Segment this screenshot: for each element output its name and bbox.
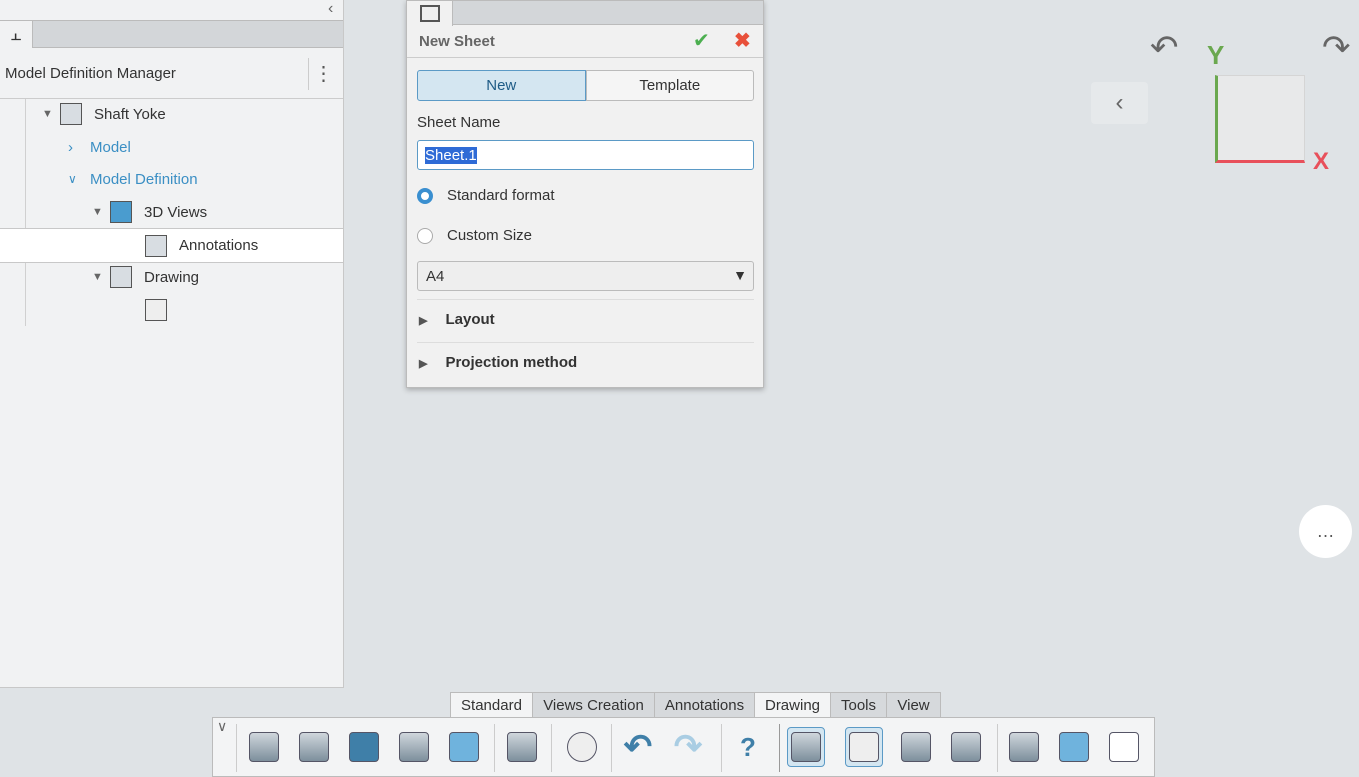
save-as-button[interactable] xyxy=(295,727,333,767)
tree-item-sheet[interactable] xyxy=(0,294,343,326)
new-sheet-icon xyxy=(849,732,879,762)
help-icon: ? xyxy=(740,731,756,762)
compare-button[interactable] xyxy=(503,727,541,767)
gear-icon xyxy=(567,732,597,762)
expand-triangle-icon[interactable]: ▼ xyxy=(92,271,110,283)
new-sheet-icon xyxy=(419,5,440,22)
settings-button[interactable] xyxy=(563,727,601,767)
panel-tab-strip xyxy=(0,20,343,48)
sheet-background-icon xyxy=(901,732,931,762)
sheet-background-button[interactable] xyxy=(897,727,935,767)
tree-item-annotations[interactable]: Annotations xyxy=(0,228,343,263)
collapse-panel-button[interactable]: ‹ xyxy=(328,0,333,18)
expand-panel-button[interactable]: ‹ xyxy=(1091,82,1148,124)
tree-icon: ⫠ xyxy=(10,24,22,44)
save-sheet-icon xyxy=(951,732,981,762)
expand-triangle-icon[interactable]: ▼ xyxy=(42,108,60,120)
3d-view-button[interactable] xyxy=(1055,727,1093,767)
panel-title: Model Definition Manager xyxy=(5,64,176,82)
dropdown-arrow-icon: ▼ xyxy=(733,267,747,283)
radio-unchecked-icon xyxy=(417,228,433,245)
custom-size-radio[interactable]: Custom Size xyxy=(417,227,532,245)
new-sheet-button[interactable] xyxy=(845,727,883,767)
sheet-name-label: Sheet Name xyxy=(417,114,501,131)
expand-triangle-icon: ▶ xyxy=(419,358,428,370)
save-icon xyxy=(349,732,379,762)
redo-button[interactable]: ↷ xyxy=(669,727,707,767)
compass-cube[interactable] xyxy=(1215,75,1305,163)
layout-section[interactable]: ▶ Layout xyxy=(419,311,495,328)
projection-method-section[interactable]: ▶ Projection method xyxy=(419,354,577,371)
tree-item-model[interactable]: › Model xyxy=(0,131,343,163)
save-to-database-button[interactable] xyxy=(395,727,433,767)
tree-tab[interactable]: ⫠ xyxy=(0,20,33,48)
save-as-icon xyxy=(299,732,329,762)
annotations-folder-icon xyxy=(145,234,167,257)
update-icon xyxy=(449,732,479,762)
redo-icon: ↷ xyxy=(673,728,703,766)
chevron-down-icon[interactable]: ∨ xyxy=(68,172,90,186)
tree-item-drawing[interactable]: ▼ Drawing xyxy=(0,261,343,293)
tree-item-3d-views[interactable]: ▼ 3D Views xyxy=(0,196,343,228)
save-button[interactable] xyxy=(345,727,383,767)
database-icon xyxy=(399,732,429,762)
toolbar-collapse-button[interactable]: ∨ xyxy=(217,718,227,735)
chat-bubble-button[interactable]: … xyxy=(1299,505,1352,558)
cube-icon xyxy=(1059,732,1089,762)
save-sheet-button[interactable] xyxy=(947,727,985,767)
y-axis-label: Y xyxy=(1207,40,1225,70)
tab-annotations[interactable]: Annotations xyxy=(654,692,755,718)
kebab-menu-button[interactable]: ⋮ xyxy=(308,58,338,90)
tab-standard[interactable]: Standard xyxy=(450,692,533,718)
tab-tools[interactable]: Tools xyxy=(830,692,887,718)
open-button[interactable] xyxy=(245,727,283,767)
mode-new-button[interactable]: New xyxy=(417,70,586,101)
drawing-icon xyxy=(110,266,132,288)
left-panel: ‹ ⫠ Model Definition Manager ⋮ ▼ Shaft Yo… xyxy=(0,0,344,688)
help-button[interactable]: ? xyxy=(729,727,767,767)
sheet-name-input[interactable]: Sheet.1 xyxy=(417,140,754,170)
radio-checked-icon xyxy=(417,188,433,205)
mode-template-button[interactable]: Template xyxy=(585,70,754,101)
generate-views-icon xyxy=(791,732,821,762)
new-sheet-tab[interactable] xyxy=(407,1,453,26)
views-layout-button[interactable] xyxy=(1105,727,1143,767)
tree-item-shaft-yoke[interactable]: ▼ Shaft Yoke xyxy=(0,98,343,130)
tab-view[interactable]: View xyxy=(886,692,941,718)
rotate-right-icon[interactable]: ↷ xyxy=(1322,28,1351,68)
views-layout-icon xyxy=(1109,732,1139,762)
action-toolbar: ∨ ↶ ↷ ? xyxy=(212,717,1155,777)
format-select[interactable]: A4 ▼ xyxy=(417,261,754,291)
expand-triangle-icon: ▶ xyxy=(419,315,428,327)
cancel-button[interactable]: ✖ xyxy=(734,28,751,53)
views-from-3d-icon xyxy=(1009,732,1039,762)
update-button[interactable] xyxy=(445,727,483,767)
undo-icon: ↶ xyxy=(623,728,653,766)
rotate-left-icon[interactable]: ↶ xyxy=(1150,28,1179,68)
dialog-title: New Sheet xyxy=(419,33,495,50)
compare-icon xyxy=(507,732,537,762)
tab-drawing[interactable]: Drawing xyxy=(754,692,831,718)
chevron-right-icon[interactable]: › xyxy=(68,139,90,156)
ok-button[interactable]: ✔ xyxy=(693,28,710,53)
sheet-icon xyxy=(145,299,167,321)
expand-triangle-icon[interactable]: ▼ xyxy=(92,206,110,218)
x-axis-label: X xyxy=(1313,148,1330,175)
tree-item-model-definition[interactable]: ∨ Model Definition xyxy=(0,163,343,195)
new-sheet-dialog: New Sheet ✔ ✖ New Template Sheet Name She… xyxy=(406,0,764,388)
generate-views-button[interactable] xyxy=(787,727,825,767)
tab-views-creation[interactable]: Views Creation xyxy=(532,692,655,718)
product-icon xyxy=(60,103,82,125)
views-from-3d-button[interactable] xyxy=(1005,727,1043,767)
open-icon xyxy=(249,732,279,762)
standard-format-radio[interactable]: Standard format xyxy=(417,187,555,205)
undo-button[interactable]: ↶ xyxy=(619,727,657,767)
3d-views-icon xyxy=(110,201,132,223)
